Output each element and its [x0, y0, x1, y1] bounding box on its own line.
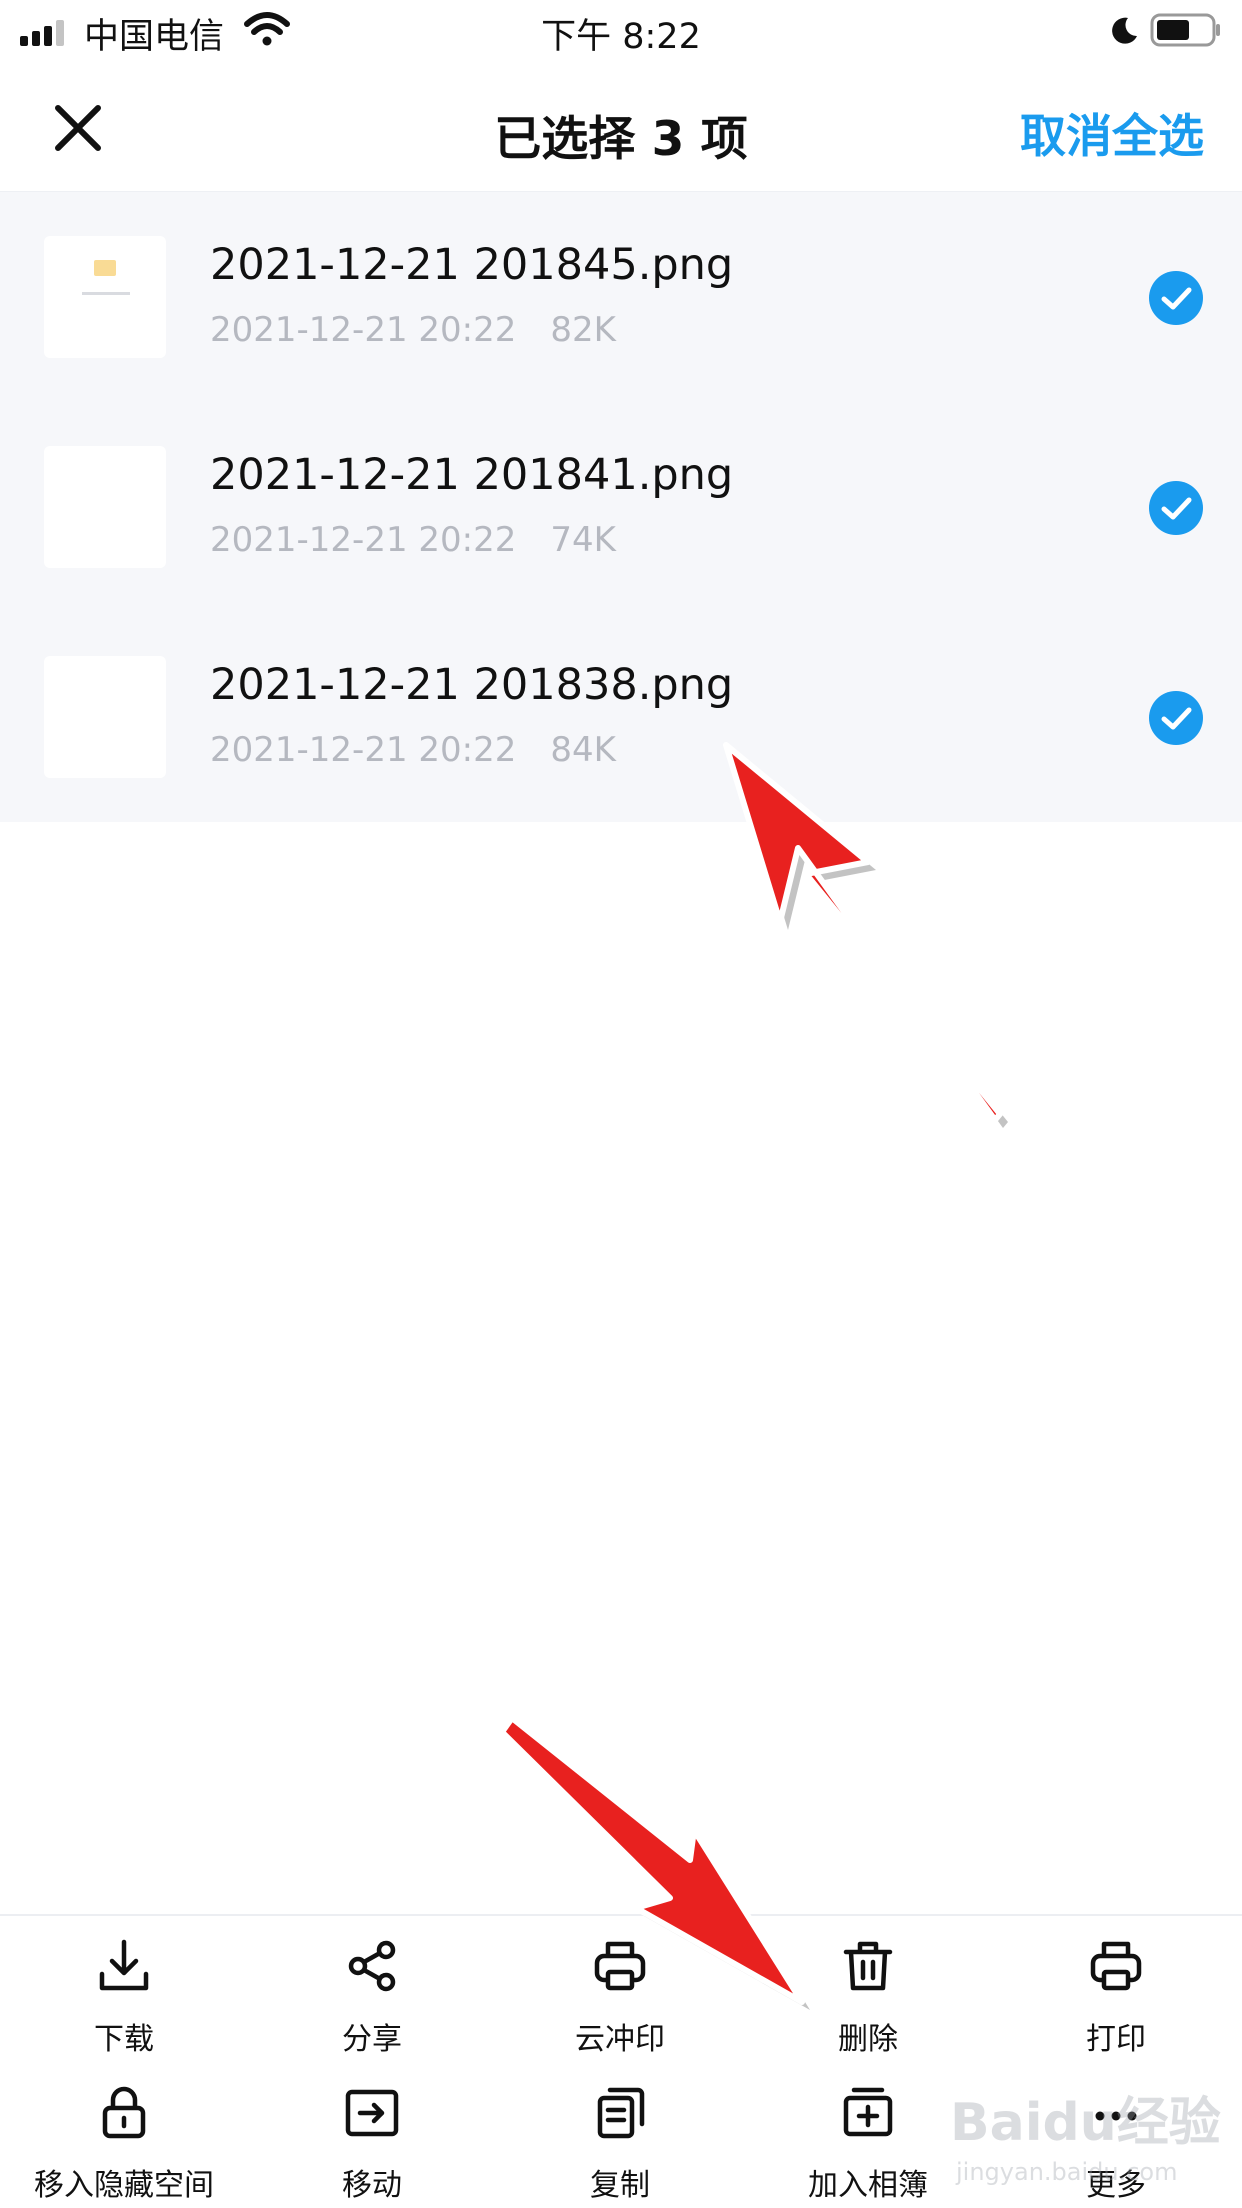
print-button[interactable]: 打印: [992, 1916, 1240, 2062]
file-row[interactable]: 2021-12-21 201838.png 2021-12-21 20:22 84…: [0, 612, 1242, 822]
file-row[interactable]: 2021-12-21 201845.png 2021-12-21 20:22 82…: [0, 192, 1242, 402]
action-label: 打印: [1086, 2022, 1146, 2057]
file-thumbnail: [44, 236, 166, 358]
cloud-print-icon: [594, 1941, 646, 1991]
selected-check-icon[interactable]: [1148, 270, 1204, 326]
file-size: 84K: [550, 730, 616, 770]
watermark-site: jingyan.baidu.com: [956, 2158, 1178, 2186]
selection-header: 已选择 3 项 取消全选: [0, 62, 1242, 192]
action-label: 分享: [342, 2022, 402, 2057]
file-list: 2021-12-21 201845.png 2021-12-21 20:22 82…: [0, 192, 1242, 822]
trash-icon: [843, 1941, 893, 1991]
lock-icon: [102, 2086, 146, 2139]
file-size: 74K: [550, 520, 616, 560]
file-name: 2021-12-21 201838.png: [210, 660, 734, 710]
action-label: 复制: [590, 2168, 650, 2203]
selected-check-icon[interactable]: [1148, 480, 1204, 536]
file-meta: 2021-12-21 20:22 84K: [210, 730, 616, 770]
file-date: 2021-12-21 20:22: [210, 730, 517, 770]
copy-icon: [597, 2087, 645, 2139]
file-thumbnail: [44, 446, 166, 568]
move-to-hidden-space-button[interactable]: 移入隐藏空间: [0, 2062, 248, 2208]
move-button[interactable]: 移动: [248, 2062, 496, 2208]
status-time: 下午 8:22: [541, 17, 701, 57]
action-label: 云冲印: [575, 2022, 665, 2057]
file-date: 2021-12-21 20:22: [210, 520, 517, 560]
file-thumbnail: [44, 656, 166, 778]
add-album-icon: [843, 2087, 893, 2137]
download-button[interactable]: 下载: [0, 1916, 248, 2062]
file-name: 2021-12-21 201841.png: [210, 450, 734, 500]
watermark-brand: Baidu经验: [950, 2093, 1221, 2153]
action-label: 移动: [342, 2168, 402, 2203]
selected-check-icon[interactable]: [1148, 690, 1204, 746]
file-date: 2021-12-21 20:22: [210, 310, 517, 350]
file-meta: 2021-12-21 20:22 74K: [210, 520, 616, 560]
share-button[interactable]: 分享: [248, 1916, 496, 2062]
watermark: Baidu经验 jingyan.baidu.com: [950, 2070, 1221, 2200]
delete-button[interactable]: 删除: [744, 1916, 992, 2062]
thumbnail-folder-icon: [94, 260, 116, 276]
cloud-print-button[interactable]: 云冲印: [496, 1916, 744, 2062]
action-label: 下载: [94, 2022, 154, 2057]
file-row[interactable]: 2021-12-21 201841.png 2021-12-21 20:22 74…: [0, 402, 1242, 612]
copy-button[interactable]: 复制: [496, 2062, 744, 2208]
cancel-select-all-button[interactable]: 取消全选: [1020, 100, 1204, 166]
file-meta: 2021-12-21 20:22 82K: [210, 310, 616, 350]
move-folder-icon: [345, 2089, 399, 2137]
printer-icon: [1090, 1941, 1142, 1991]
battery-icon: [1150, 13, 1220, 47]
share-icon: [348, 1940, 396, 1992]
file-size: 82K: [550, 310, 616, 350]
file-name: 2021-12-21 201845.png: [210, 240, 734, 290]
download-icon: [99, 1939, 149, 1991]
do-not-disturb-moon-icon: [1112, 17, 1137, 44]
action-label: 删除: [838, 2022, 898, 2057]
status-bar: 中国电信 下午 8:22: [0, 0, 1242, 62]
action-label: 移入隐藏空间: [34, 2168, 214, 2203]
